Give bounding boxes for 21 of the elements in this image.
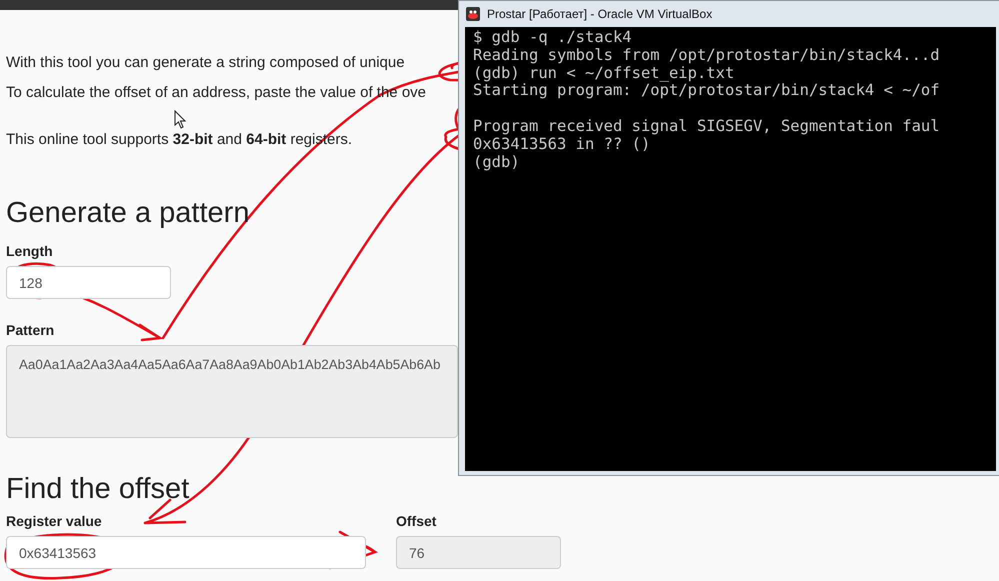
terminal-line: Starting program: /opt/protostar/bin/stack4 < ~/of	[473, 81, 940, 100]
paragraph: With this tool you can generate a string composed of unique	[6, 53, 405, 73]
penguin-icon	[465, 6, 481, 22]
field-label: Register value	[6, 512, 103, 530]
offset-input[interactable]: 76	[396, 536, 561, 569]
field-label: Offset	[396, 512, 438, 530]
section-heading: Find the offset	[6, 472, 190, 506]
field-label: Pattern	[6, 321, 56, 339]
register-input[interactable]: 0x63413563	[6, 536, 366, 569]
terminal-line: (gdb)	[473, 152, 520, 171]
terminal-line: 0x63413563 in ?? ()	[473, 134, 650, 153]
field-label: Length	[6, 242, 54, 260]
cursor-icon	[174, 110, 186, 129]
terminal-line: Reading symbols from /opt/protostar/bin/stack4...d	[473, 46, 940, 64]
terminal-line: $ gdb -q ./stack4	[473, 28, 632, 46]
pattern-textarea[interactable]: Aa0Aa1Aa2Aa3Aa4Aa5Aa6Aa7Aa8Aa9Ab0Ab1Ab2Ab3Ab4Ab5Ab6Ab	[6, 345, 458, 438]
length-input[interactable]: 128	[6, 266, 171, 299]
window-title: Prostar [Работает] - Oracle VM VirtualBox	[487, 7, 712, 21]
terminal-line: Program received signal SIGSEGV, Segmentation faul	[473, 116, 940, 135]
section-heading: Generate a pattern	[6, 196, 250, 230]
terminal-line: (gdb) run < ~/offset_eip.txt	[473, 64, 734, 82]
